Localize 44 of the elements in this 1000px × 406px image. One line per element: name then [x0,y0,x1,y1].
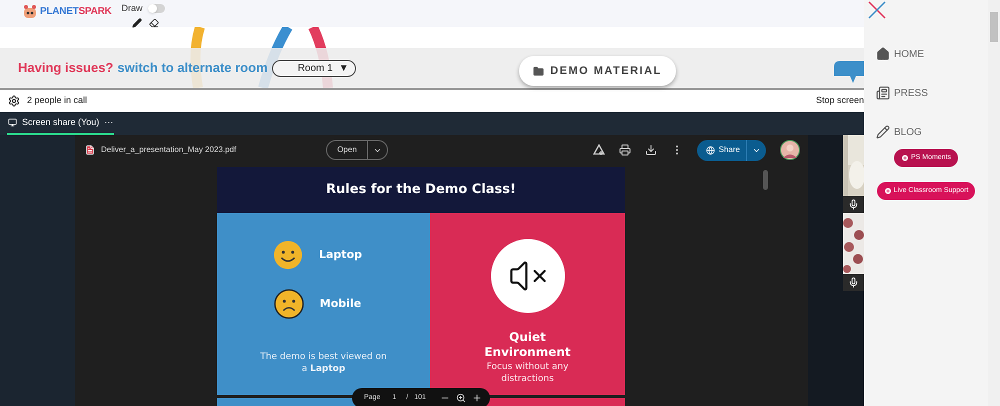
nav-link[interactable]: PRESS [876,85,988,101]
slide-heading: Quiet Environment [483,330,572,360]
microphone-icon[interactable] [848,277,859,288]
slide-title: Rules for the Demo Class! [326,181,516,200]
scrollbar-thumb[interactable] [763,170,768,190]
share-button[interactable]: Share [696,140,766,160]
microphone-icon[interactable] [848,199,859,210]
chat-bubble-icon[interactable] [834,61,864,83]
newspaper-icon [876,86,890,100]
logo-text: PLANETSPARK [40,7,112,17]
plus-circle-icon [900,154,909,162]
file-name: Deliver_a_presentation_May 2023.pdf [101,144,236,156]
print-icon[interactable] [618,144,631,156]
slide-caption: Focus without any distractions [486,361,570,385]
home-icon [876,47,890,61]
people-count: 2 people in call [27,94,88,108]
download-icon[interactable] [644,144,657,156]
zoom-in-icon[interactable] [472,393,482,403]
pencil-icon[interactable] [132,18,142,28]
issue-text: Having issues? [18,59,114,78]
draw-toggle[interactable] [148,4,165,14]
draw-label: Draw [122,2,143,15]
slide-item-label: Laptop [319,246,362,263]
pdf-file-icon [85,145,95,155]
pencil-icon [876,125,890,139]
close-icon[interactable] [868,1,886,19]
room-select[interactable]: Room 1 ▼ [272,60,356,76]
demo-material-button[interactable]: DEMO MATERIAL [519,56,676,86]
nav-link[interactable]: HOME [876,46,988,62]
stop-screen-button[interactable]: Stop screen [816,94,864,108]
avatar-icon[interactable] [780,140,800,160]
slide-caption: The demo is best viewed on a Laptop [259,351,388,375]
folder-icon [533,66,544,76]
mascot-icon [22,4,38,20]
open-button-group[interactable]: Open [326,140,388,160]
plus-circle-icon [884,187,892,195]
zoom-icon[interactable] [456,393,466,403]
globe-icon [706,146,715,154]
settings-icon[interactable] [8,95,20,107]
scrollbar[interactable] [988,0,1000,406]
nav-link[interactable]: BLOG [876,124,988,140]
slide-item-label: Mobile [320,296,362,312]
eraser-icon[interactable] [148,18,159,28]
monitor-icon [8,118,17,127]
